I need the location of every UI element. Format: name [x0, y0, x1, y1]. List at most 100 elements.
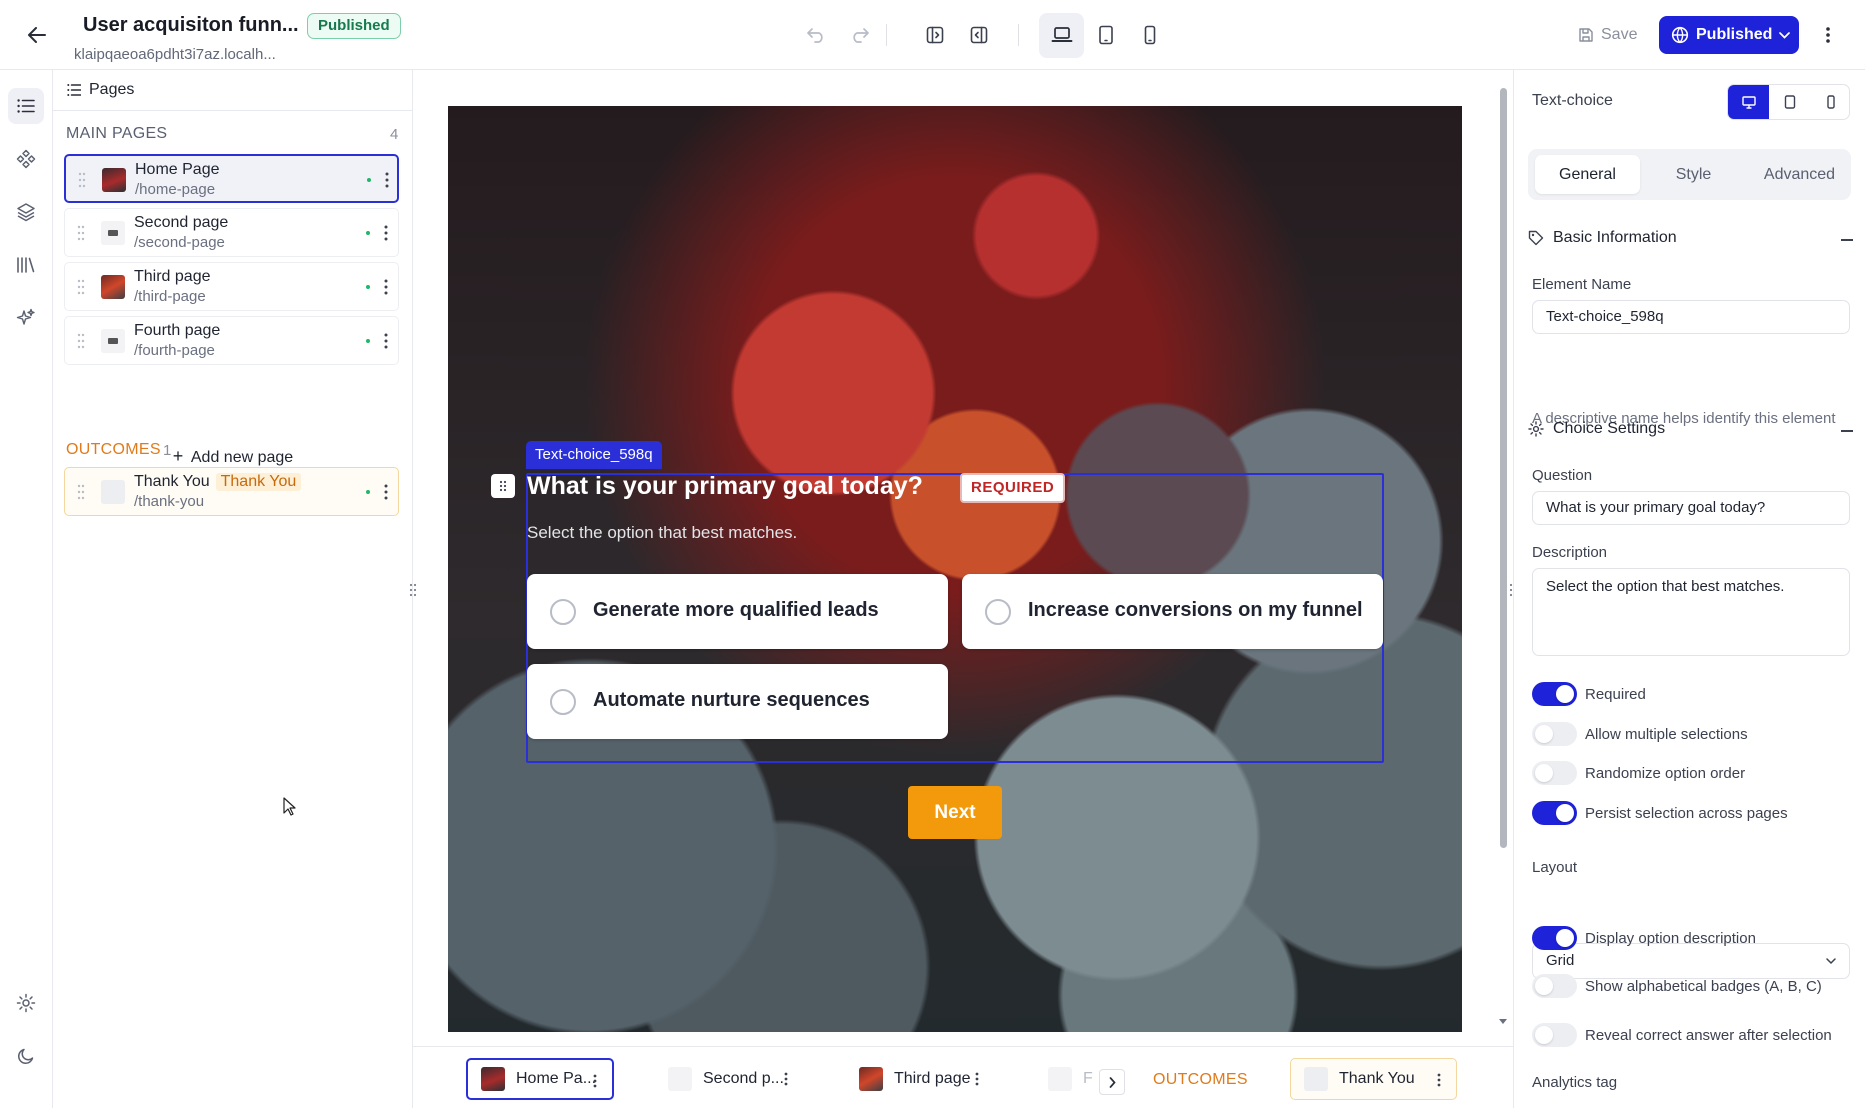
tabs-next-button[interactable]	[1099, 1069, 1125, 1095]
page-tab-thank-you[interactable]: Thank You	[1290, 1058, 1457, 1100]
next-button[interactable]: Next	[908, 786, 1002, 839]
publish-label: Published	[1696, 26, 1773, 43]
tab-general[interactable]: General	[1535, 155, 1640, 194]
page-thumbnail	[101, 221, 125, 245]
toggle-label: Reveal correct answer after selection	[1585, 1026, 1832, 1044]
radio-button[interactable]	[985, 599, 1011, 625]
ai-sparkle-icon[interactable]	[8, 300, 44, 336]
chevron-right-icon	[1109, 1076, 1116, 1088]
desktop-icon[interactable]	[1728, 85, 1769, 119]
laptop-icon[interactable]	[1049, 22, 1075, 48]
funnel-subdomain[interactable]: klaipqaeoa6pdht3i7az.localh...	[74, 46, 276, 63]
page-more-icon[interactable]	[383, 223, 389, 243]
basic-information-header[interactable]: Basic Information	[1528, 229, 1677, 247]
choice-option[interactable]: Generate more qualified leads	[527, 574, 948, 649]
toggle-reveal-answer[interactable]: Reveal correct answer after selection	[1532, 1023, 1865, 1047]
page-tab-more-icon[interactable]	[783, 1071, 789, 1087]
toggle-left-panel-icon[interactable]	[922, 22, 948, 48]
scroll-down-icon[interactable]	[1498, 1016, 1508, 1026]
page-path: /second-page	[134, 234, 225, 251]
element-name-input[interactable]: Text-choice_598q	[1532, 300, 1850, 334]
page-tab-fourth[interactable]: F	[1035, 1058, 1095, 1100]
drag-handle-icon[interactable]	[77, 225, 85, 241]
drag-handle-icon[interactable]	[78, 172, 86, 188]
selected-element-label[interactable]: Text-choice_598q	[526, 441, 662, 469]
mobile-icon[interactable]	[1810, 85, 1851, 119]
drag-handle-icon[interactable]	[77, 484, 85, 500]
page-tab-more-icon[interactable]	[1436, 1072, 1442, 1088]
page-tab-more-icon[interactable]	[592, 1073, 598, 1089]
page-path: /home-page	[135, 181, 216, 198]
library-icon[interactable]	[8, 247, 44, 283]
tag-icon	[1528, 230, 1544, 246]
toggle-switch[interactable]	[1532, 801, 1577, 825]
layers-icon[interactable]	[8, 194, 44, 230]
radio-button[interactable]	[550, 689, 576, 715]
publish-button[interactable]: Published	[1659, 16, 1799, 54]
page-row-fourth[interactable]: Fourth page /fourth-page	[64, 316, 399, 365]
undo-icon[interactable]	[803, 22, 829, 48]
drag-handle-icon[interactable]	[77, 279, 85, 295]
question-text[interactable]: What is your primary goal today?	[527, 472, 923, 501]
moon-icon[interactable]	[8, 1038, 44, 1074]
choice-settings-header[interactable]: Choice Settings	[1528, 420, 1665, 438]
page-row-thank-you[interactable]: Thank You Thank You /thank-you	[64, 467, 399, 516]
toggle-required[interactable]: Required	[1532, 682, 1646, 706]
page-tab-second[interactable]: Second p...	[655, 1058, 803, 1100]
toggle-switch[interactable]	[1532, 682, 1577, 706]
tab-advanced[interactable]: Advanced	[1747, 155, 1852, 194]
page-tab-home[interactable]: Home Pa...	[466, 1058, 614, 1100]
page-row-third[interactable]: Third page /third-page	[64, 262, 399, 311]
page-more-icon[interactable]	[383, 482, 389, 502]
tab-style[interactable]: Style	[1641, 155, 1746, 194]
more-options-icon[interactable]	[1816, 22, 1840, 48]
back-arrow-icon[interactable]	[22, 20, 52, 50]
settings-icon[interactable]	[8, 985, 44, 1021]
mobile-icon[interactable]	[1137, 22, 1163, 48]
components-icon[interactable]	[8, 141, 44, 177]
page-more-icon[interactable]	[383, 331, 389, 351]
toggle-switch[interactable]	[1532, 974, 1577, 998]
tablet-icon[interactable]	[1093, 22, 1119, 48]
page-thumbnail	[101, 275, 125, 299]
toggle-switch[interactable]	[1532, 1023, 1577, 1047]
page-tab-third[interactable]: Third page	[846, 1058, 994, 1100]
funnel-title[interactable]: User acquisiton funn...	[83, 14, 299, 37]
description-textarea[interactable]: Select the option that best matches.	[1532, 568, 1850, 656]
toggle-switch[interactable]	[1532, 926, 1577, 950]
page-thumbnail	[101, 329, 125, 353]
outcomes-label: OUTCOMES	[66, 441, 161, 458]
radio-button[interactable]	[550, 599, 576, 625]
page-name: Home Page	[135, 161, 220, 178]
toggle-alpha-badges[interactable]: Show alphabetical badges (A, B, C)	[1532, 974, 1822, 998]
toggle-allow-multiple[interactable]: Allow multiple selections	[1532, 722, 1748, 746]
pages-icon[interactable]	[8, 88, 44, 124]
page-tab-more-icon[interactable]	[974, 1071, 980, 1087]
tablet-icon[interactable]	[1769, 85, 1810, 119]
choice-option[interactable]: Automate nurture sequences	[527, 664, 948, 739]
toggle-display-description[interactable]: Display option description	[1532, 926, 1756, 950]
page-row-home[interactable]: Home Page /home-page	[64, 154, 399, 203]
canvas-scrollbar[interactable]	[1500, 88, 1507, 848]
question-input[interactable]: What is your primary goal today?	[1532, 491, 1850, 525]
left-resize-handle-icon[interactable]	[409, 582, 417, 598]
toggle-switch[interactable]	[1532, 722, 1577, 746]
redo-icon[interactable]	[847, 22, 873, 48]
element-drag-handle-icon[interactable]	[491, 474, 515, 498]
toggle-right-panel-icon[interactable]	[966, 22, 992, 48]
page-more-icon[interactable]	[384, 170, 390, 190]
collapse-icon[interactable]	[1841, 239, 1853, 241]
page-row-second[interactable]: Second page /second-page	[64, 208, 399, 257]
toggle-switch[interactable]	[1532, 761, 1577, 785]
question-description[interactable]: Select the option that best matches.	[527, 523, 797, 543]
toggle-persist[interactable]: Persist selection across pages	[1532, 801, 1788, 825]
field-label: Layout	[1532, 859, 1578, 876]
choice-option[interactable]: Increase conversions on my funnel	[962, 574, 1383, 649]
drag-handle-icon[interactable]	[77, 333, 85, 349]
toggle-randomize[interactable]: Randomize option order	[1532, 761, 1745, 785]
page-more-icon[interactable]	[383, 277, 389, 297]
page-name-group: Thank You Thank You	[134, 473, 302, 491]
collapse-icon[interactable]	[1841, 430, 1853, 432]
page-thumbnail	[102, 168, 126, 192]
save-button[interactable]: Save	[1578, 22, 1637, 48]
